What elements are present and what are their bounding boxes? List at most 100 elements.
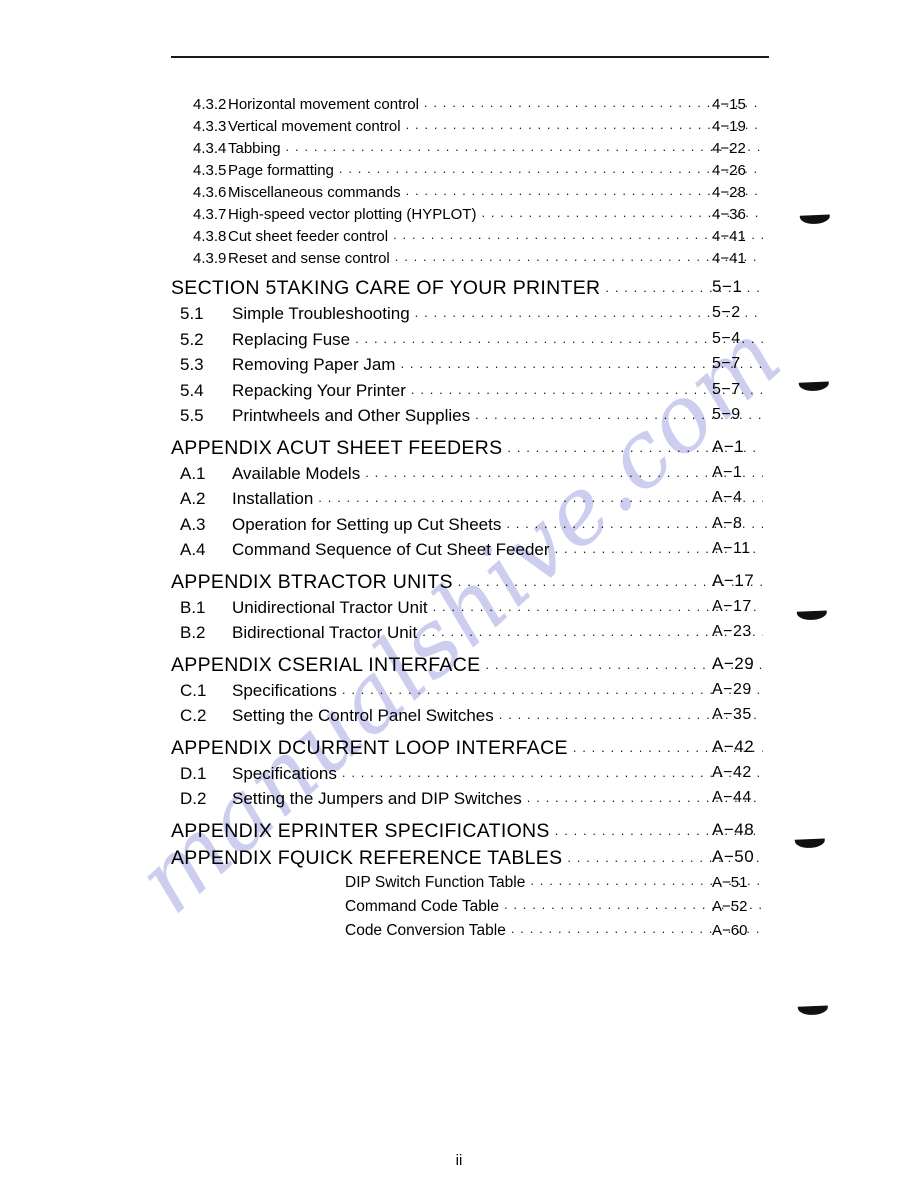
scan-artifact-mark	[798, 1005, 828, 1016]
toc-entry-number: 4.3.7	[193, 206, 227, 223]
toc-entry-page-number: A−17	[712, 570, 755, 590]
toc-entry-number: APPENDIX A	[171, 436, 290, 459]
toc-entry[interactable]: A.3 Operation for Setting up Cut Sheets. …	[0, 515, 918, 541]
toc-entry[interactable]: APPENDIX B TRACTOR UNITS. . . . . . . . .…	[0, 571, 918, 598]
toc-entry-page-number: A−23	[712, 623, 752, 640]
toc-entry[interactable]: 4.3.7 High-speed vector plotting (HYPLOT)…	[0, 205, 918, 228]
toc-entry-number: B.2	[180, 623, 206, 642]
toc-entry-page-number: A−42	[712, 763, 752, 781]
toc-entry-title: Setting the Control Panel Switches	[232, 706, 494, 725]
toc-entry-number: A.3	[180, 514, 206, 534]
toc-entry-number: A.4	[180, 540, 206, 559]
toc-entry-number: 4.3.4	[193, 140, 227, 157]
toc-entry-page-number: 4−41	[712, 228, 746, 245]
toc-entry-number: 4.3.6	[193, 184, 227, 201]
toc-entry-title: High-speed vector plotting (HYPLOT)	[228, 206, 477, 223]
toc-entry-title: Bidirectional Tractor Unit	[232, 623, 418, 642]
toc-entry[interactable]: D.1 Specifications. . . . . . . . . . . .…	[0, 764, 918, 790]
toc-entry[interactable]: C.1 Specifications. . . . . . . . . . . .…	[0, 681, 918, 707]
toc-entry-page-number: A−8	[712, 514, 743, 532]
toc-entry[interactable]: B.2 Bidirectional Tractor Unit. . . . . .…	[0, 623, 918, 649]
toc-leader-dots: . . . . . . . . . . . . . . . . . . . . …	[318, 490, 763, 505]
toc-leader-dots: . . . . . . . . . . . . . . . . . . . . …	[394, 249, 763, 264]
page-number-footer: ii	[455, 1152, 463, 1169]
toc-entry-number: 5.4	[180, 380, 204, 400]
toc-entry[interactable]: SECTION 5 TAKING CARE OF YOUR PRINTER. . …	[0, 277, 918, 304]
toc-entry-page-number: 4−41	[712, 250, 746, 267]
toc-entry-title: Tabbing	[228, 140, 281, 157]
toc-entry-number: APPENDIX B	[171, 570, 292, 593]
toc-entry[interactable]: D.2 Setting the Jumpers and DIP Switches.…	[0, 789, 918, 815]
toc-entry[interactable]: 5.4 Repacking Your Printer. . . . . . . .…	[0, 381, 918, 407]
toc-entry[interactable]: APPENDIX F QUICK REFERENCE TABLES. . . . …	[0, 847, 918, 874]
toc-entry-number: 5.3	[180, 355, 204, 374]
toc-entry-title: Operation for Setting up Cut Sheets	[232, 514, 502, 534]
toc-entry-number: C.1	[180, 680, 207, 700]
toc-leader-dots: . . . . . . . . . . . . . . . . . . . . …	[405, 183, 763, 198]
toc-entry-page-number: A−44	[712, 789, 752, 806]
toc-entry[interactable]: 4.3.6 Miscellaneous commands . . . . . . .…	[0, 183, 918, 206]
toc-entry-title: Vertical movement control	[228, 118, 401, 135]
toc-entry[interactable]: 5.5 Printwheels and Other Supplies. . . .…	[0, 406, 918, 432]
toc-entry-page-number: 5−1	[712, 277, 743, 296]
toc-entry-number: 5.2	[180, 329, 204, 349]
toc-entry[interactable]: 4.3.8 Cut sheet feeder control . . . . . .…	[0, 227, 918, 250]
toc-entry-title: Unidirectional Tractor Unit	[232, 597, 428, 617]
toc-entry[interactable]: DIP Switch Function Table. . . . . . . .…	[0, 873, 918, 898]
toc-entry[interactable]: 5.3 Removing Paper Jam . . . . . . . . . .…	[0, 355, 918, 381]
toc-entry-title: TAKING CARE OF YOUR PRINTER	[276, 277, 601, 299]
toc-entry-page-number: 5−7	[712, 355, 741, 372]
toc-entry-title: Replacing Fuse	[232, 329, 351, 349]
toc-entry-title: Code Conversion Table	[345, 921, 506, 939]
toc-entry-title: QUICK REFERENCE TABLES	[289, 846, 563, 869]
toc-leader-dots: . . . . . . . . . . . . . . . . . . . . …	[414, 305, 763, 320]
toc-entry-page-number: A−60	[712, 921, 748, 939]
toc-entry[interactable]: Command Code Table. . . . . . . . . . . …	[0, 897, 918, 922]
toc-entry[interactable]: APPENDIX A CUT SHEET FEEDERS. . . . . . .…	[0, 437, 918, 464]
toc-entry-title: Printwheels and Other Supplies	[232, 406, 471, 425]
toc-leader-dots: . . . . . . . . . . . . . . . . . . . . …	[410, 381, 763, 397]
toc-entry[interactable]: Code Conversion Table. . . . . . . . . .…	[0, 921, 918, 946]
toc-entry-title: SERIAL INTERFACE	[292, 653, 481, 676]
toc-entry-number: D.1	[180, 763, 207, 783]
toc-entry[interactable]: 5.2 Replacing Fuse. . . . . . . . . . . .…	[0, 330, 918, 356]
toc-entry[interactable]: B.1 Unidirectional Tractor Unit. . . . . …	[0, 598, 918, 624]
toc-entry[interactable]: APPENDIX E PRINTER SPECIFICATIONS. . . . …	[0, 820, 918, 847]
toc-entry[interactable]: 5.1 Simple Troubleshooting . . . . . . . .…	[0, 304, 918, 330]
toc-entry[interactable]: 4.3.9 Reset and sense control . . . . . . …	[0, 249, 918, 272]
toc-entry-title: Miscellaneous commands	[228, 184, 401, 201]
toc-leader-dots: . . . . . . . . . . . . . . . . . . . . …	[365, 464, 763, 480]
toc-leader-dots: . . . . . . . . . . . . . . . . . . . . …	[341, 764, 763, 780]
toc-entry[interactable]: 4.3.2 Horizontal movement control. . . . …	[0, 95, 918, 118]
toc-entry-page-number: 5−7	[712, 380, 741, 398]
toc-entry[interactable]: 4.3.4 Tabbing . . . . . . . . . . . . . . …	[0, 139, 918, 162]
toc-entry-title: Installation	[232, 489, 314, 508]
toc-entry-page-number: 4−15	[712, 96, 746, 113]
toc-entry[interactable]: 4.3.3 Vertical movement control . . . . . …	[0, 117, 918, 140]
toc-entry-title: Command Sequence of Cut Sheet Feeder	[232, 540, 550, 559]
toc-entry-page-number: 4−19	[712, 118, 746, 135]
toc-entry-page-number: A−11	[712, 540, 751, 557]
toc-entry[interactable]: A.2 Installation . . . . . . . . . . . . .…	[0, 489, 918, 515]
toc-entry[interactable]: APPENDIX D CURRENT LOOP INTERFACE. . . . …	[0, 737, 918, 764]
toc-entry-number: D.2	[180, 789, 207, 808]
document-page: manualshive.com 4.3.2 Horizontal movement…	[0, 0, 918, 1188]
toc-entry-page-number: A−35	[712, 706, 752, 723]
toc-entry[interactable]: C.2 Setting the Control Panel Switches. .…	[0, 706, 918, 732]
toc-entry-page-number: A−29	[712, 680, 752, 698]
toc-entry-page-number: 4−36	[712, 206, 746, 223]
toc-entry[interactable]: 4.3.5 Page formatting . . . . . . . . . . …	[0, 161, 918, 184]
toc-entry-number: 4.3.2	[193, 96, 227, 113]
toc-entry-number: SECTION 5	[171, 277, 277, 299]
toc-entry-title: CUT SHEET FEEDERS	[289, 436, 503, 459]
toc-entry-number: APPENDIX C	[171, 653, 293, 676]
toc-leader-dots: . . . . . . . . . . . . . . . . . . . . …	[338, 161, 763, 176]
toc-entry-page-number: 4−22	[712, 140, 746, 157]
toc-entry[interactable]: A.4 Command Sequence of Cut Sheet Feeder.…	[0, 540, 918, 566]
toc-entry-number: 4.3.3	[193, 118, 227, 135]
toc-entry-title: Reset and sense control	[228, 250, 390, 267]
toc-entry[interactable]: A.1 Available Models. . . . . . . . . . .…	[0, 464, 918, 490]
toc-entry-number: C.2	[180, 706, 207, 725]
toc-entry[interactable]: APPENDIX C SERIAL INTERFACE. . . . . . . …	[0, 654, 918, 681]
toc-entry-title: Specifications	[232, 680, 337, 700]
